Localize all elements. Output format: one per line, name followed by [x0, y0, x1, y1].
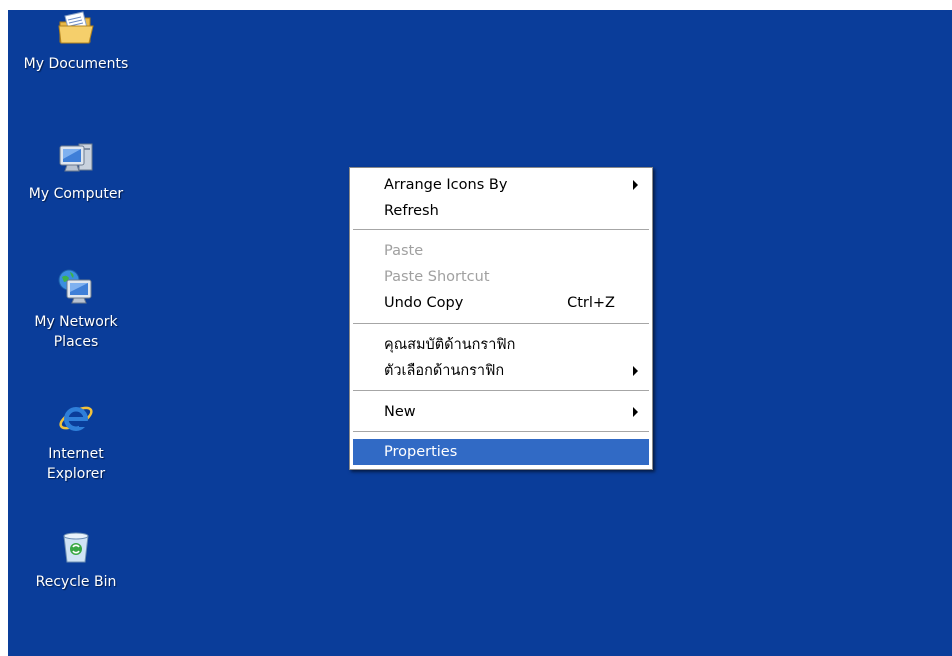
menu-item-arrange-icons-by[interactable]: Arrange Icons By — [353, 172, 649, 198]
menu-item-undo-copy[interactable]: Undo Copy Ctrl+Z — [353, 290, 649, 316]
submenu-arrow-icon — [633, 407, 638, 417]
menu-item-label: Paste — [384, 243, 424, 259]
computer-icon — [57, 140, 95, 178]
menu-item-label: Properties — [384, 444, 458, 460]
internet-explorer-icon — [57, 400, 95, 438]
folder-documents-icon — [57, 10, 95, 48]
menu-item-label: Refresh — [384, 203, 439, 219]
network-places-icon — [57, 268, 95, 306]
menu-item-properties[interactable]: Properties — [353, 439, 649, 465]
desktop-icon-label: My Computer — [28, 186, 124, 202]
menu-item-paste-shortcut: Paste Shortcut — [353, 264, 649, 290]
desktop-icon-label: My Documents — [23, 56, 129, 72]
recycle-bin-icon — [57, 528, 95, 566]
menu-separator — [353, 431, 649, 432]
screenshot-frame: My Documents My Computer My Network Plac… — [0, 0, 952, 656]
menu-item-graphics-options[interactable]: ตัวเลือกด้านกราฟิก — [353, 358, 649, 384]
menu-separator — [353, 390, 649, 391]
menu-item-paste: Paste — [353, 238, 649, 264]
desktop-icon-my-documents[interactable]: My Documents — [8, 10, 144, 74]
desktop-icon-my-network-places[interactable]: My Network Places — [8, 268, 144, 352]
desktop-icon-label: Internet Explorer — [46, 446, 106, 482]
menu-item-graphics-properties[interactable]: คุณสมบัติด้านกราฟิก — [353, 332, 649, 358]
desktop-icon-label: Recycle Bin — [35, 574, 117, 590]
menu-item-label: Paste Shortcut — [384, 269, 490, 285]
desktop-icon-label: My Network Places — [34, 314, 118, 350]
desktop-icon-recycle-bin[interactable]: Recycle Bin — [8, 528, 144, 592]
menu-item-label: Arrange Icons By — [384, 177, 508, 193]
menu-item-new[interactable]: New — [353, 399, 649, 425]
menu-item-label: ตัวเลือกด้านกราฟิก — [384, 363, 505, 379]
menu-item-shortcut: Ctrl+Z — [567, 295, 615, 311]
menu-item-label: Undo Copy — [384, 295, 464, 311]
menu-separator — [353, 323, 649, 324]
desktop-icon-internet-explorer[interactable]: Internet Explorer — [8, 400, 144, 484]
submenu-arrow-icon — [633, 180, 638, 190]
menu-separator — [353, 229, 649, 230]
menu-item-label: New — [384, 404, 416, 420]
context-menu: Arrange Icons By Refresh Paste Paste Sho… — [349, 167, 653, 470]
menu-item-label: คุณสมบัติด้านกราฟิก — [384, 337, 516, 353]
submenu-arrow-icon — [633, 366, 638, 376]
menu-item-refresh[interactable]: Refresh — [353, 198, 649, 224]
desktop-icon-my-computer[interactable]: My Computer — [8, 140, 144, 204]
